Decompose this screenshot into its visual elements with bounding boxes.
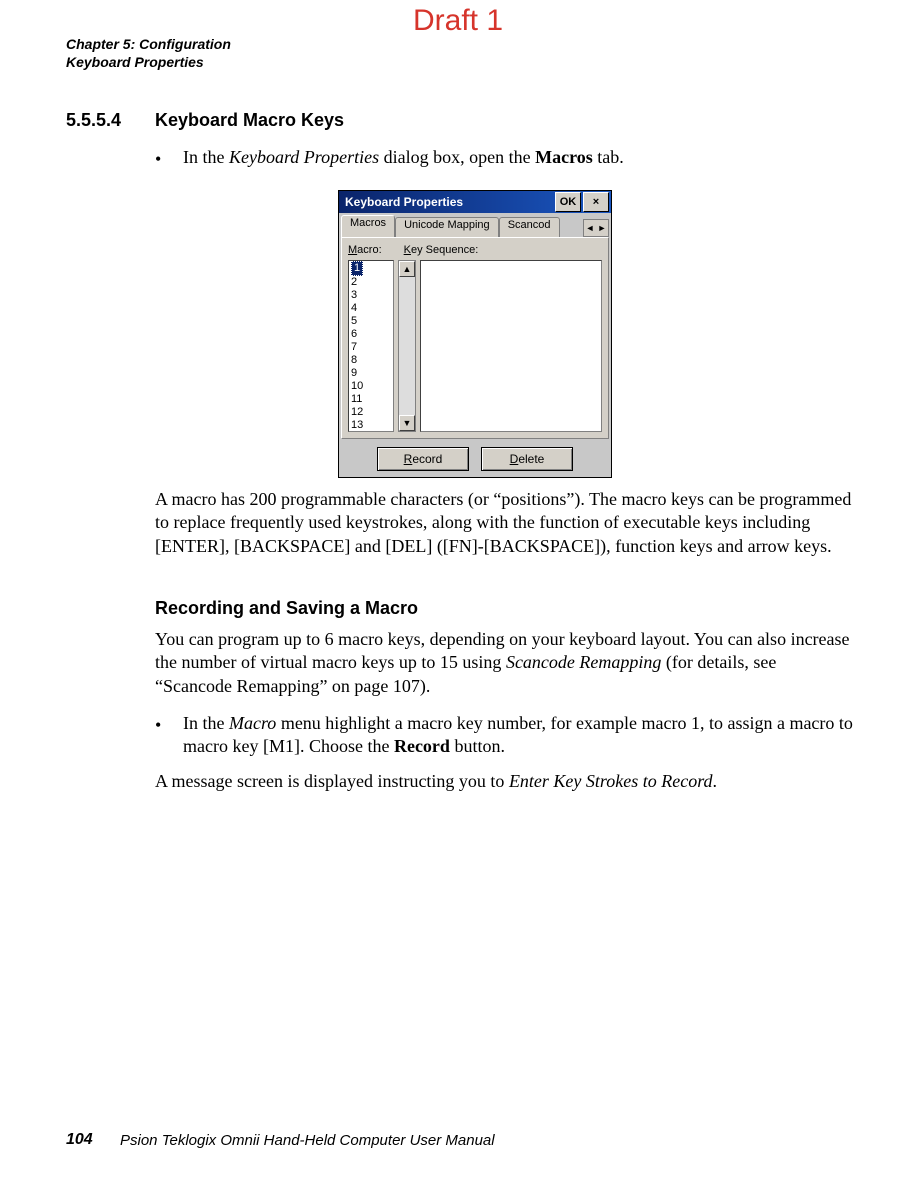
keyboard-properties-dialog: Keyboard Properties OK × Macros Unicode … (338, 190, 612, 478)
dialog-title: Keyboard Properties (345, 195, 463, 209)
page-number: 104 (66, 1131, 93, 1149)
page: Draft 1 Chapter 5: Configuration Keyboar… (0, 0, 916, 1191)
bullet-2-text: In the Macro menu highlight a macro key … (183, 712, 855, 759)
list-item[interactable]: 10 (351, 380, 393, 393)
list-item[interactable]: 1 (351, 261, 363, 276)
list-item[interactable]: 7 (351, 341, 393, 354)
record-button[interactable]: Record (377, 447, 469, 471)
paragraph-3: A message screen is displayed instructin… (155, 770, 855, 793)
list-item[interactable]: 8 (351, 354, 393, 367)
list-item[interactable]: 5 (351, 315, 393, 328)
list-item[interactable]: 3 (351, 289, 393, 302)
section-title: Keyboard Macro Keys (155, 110, 344, 131)
bullet-1-text: In the Keyboard Properties dialog box, o… (183, 146, 855, 169)
ok-button[interactable]: OK (555, 192, 581, 212)
bullet-icon: • (155, 148, 161, 171)
key-sequence-box[interactable] (420, 260, 602, 432)
list-item[interactable]: 11 (351, 393, 393, 406)
list-item[interactable]: 6 (351, 328, 393, 341)
section-number: 5.5.5.4 (66, 110, 121, 131)
header-section: Keyboard Properties (66, 54, 204, 70)
header-chapter: Chapter 5: Configuration (66, 36, 231, 52)
tab-unicode-mapping[interactable]: Unicode Mapping (395, 217, 499, 237)
bullet-icon: • (155, 714, 161, 737)
dialog-titlebar[interactable]: Keyboard Properties OK × (339, 191, 611, 213)
list-item[interactable]: 2 (351, 276, 393, 289)
paragraph-1: A macro has 200 programmable characters … (155, 488, 855, 558)
key-sequence-label: Key Sequence: (404, 244, 479, 256)
tab-macros[interactable]: Macros (341, 215, 395, 237)
scroll-up-icon[interactable]: ▲ (399, 261, 415, 277)
macro-label: Macro: (348, 244, 382, 256)
paragraph-2: You can program up to 6 macro keys, depe… (155, 628, 855, 698)
draft-watermark: Draft 1 (0, 4, 916, 38)
list-item[interactable]: 4 (351, 302, 393, 315)
tab-scancode[interactable]: Scancod (499, 217, 560, 237)
macro-listbox[interactable]: 1 2 3 4 5 6 7 8 9 10 11 12 13 (348, 260, 394, 432)
scroll-down-icon[interactable]: ▼ (399, 415, 415, 431)
list-item[interactable]: 13 (351, 419, 393, 432)
list-item[interactable]: 12 (351, 406, 393, 419)
tab-scroll-right-icon[interactable]: ► (596, 220, 608, 236)
footer-manual-title: Psion Teklogix Omnii Hand-Held Computer … (120, 1132, 495, 1149)
macro-list-scrollbar[interactable]: ▲ ▼ (398, 260, 416, 432)
delete-button[interactable]: Delete (481, 447, 573, 471)
tab-scroller[interactable]: ◄ ► (583, 219, 609, 237)
list-item[interactable]: 9 (351, 367, 393, 380)
subheading-recording: Recording and Saving a Macro (155, 598, 418, 619)
close-button[interactable]: × (583, 192, 609, 212)
tab-scroll-left-icon[interactable]: ◄ (584, 220, 596, 236)
